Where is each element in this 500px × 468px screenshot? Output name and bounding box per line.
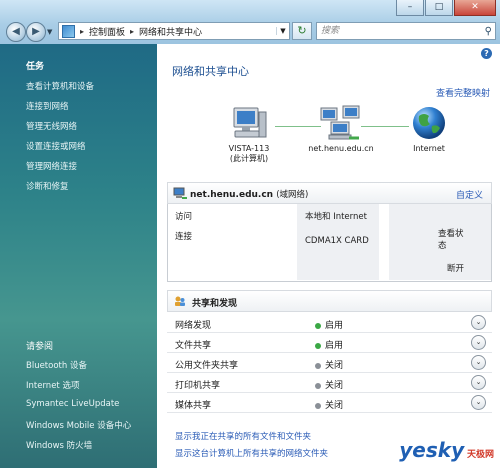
computer-node[interactable]: VISTA-113 (此计算机) [219,106,279,164]
show-shared-files-link[interactable]: 显示我正在共享的所有文件和文件夹 [175,430,311,442]
sharing-row-media: 媒体共享 关闭 ⌄ [167,393,492,413]
connection-label: 连接 [175,232,193,242]
breadcrumb-control-panel[interactable]: 控制面板 [89,25,125,38]
sidebar-item-liveupdate[interactable]: Symantec LiveUpdate [26,399,119,409]
address-dropdown-icon[interactable]: ▼ [276,27,289,35]
page-title: 网络和共享中心 [172,65,249,78]
sharing-header: 共享和发现 [167,290,492,312]
status-on-icon [315,342,321,349]
control-panel-icon [62,24,75,38]
expand-chevron-icon[interactable]: ⌄ [471,335,486,350]
show-shared-folders-link[interactable]: 显示这台计算机上所有共享的网络文件夹 [175,447,328,459]
row-label: 打印机共享 [175,381,221,391]
sharing-row-printer: 打印机共享 关闭 ⌄ [167,373,492,393]
status-text: 启用 [325,341,344,351]
row-status: 关闭 [315,358,343,371]
connection-value: CDMA1X CARD [305,236,369,246]
status-off-icon [315,362,321,369]
sidebar-item-firewall[interactable]: Windows 防火墙 [26,439,92,451]
breadcrumb-separator-icon[interactable]: ▸ [80,27,84,36]
sharing-title: 共享和发现 [192,299,238,309]
status-on-icon [315,322,321,329]
search-input[interactable]: 搜索 ⚲ [316,22,496,40]
status-text: 启用 [325,321,344,331]
network-title: net.henu.edu.cn (域网络) [190,188,308,200]
row-status: 关闭 [315,398,343,411]
expand-chevron-icon[interactable]: ⌄ [471,375,486,390]
internet-node[interactable]: Internet [404,104,454,153]
network-header: net.henu.edu.cn (域网络) 自定义 [167,182,492,204]
internet-label: Internet [413,144,445,153]
network-node[interactable]: net.henu.edu.cn [301,104,381,153]
network-small-icon [173,187,187,199]
view-full-map-link[interactable]: 查看完整映射 [436,86,490,99]
status-off-icon [315,382,321,389]
search-placeholder: 搜索 [321,26,340,36]
expand-chevron-icon[interactable]: ⌄ [471,355,486,370]
network-name: net.henu.edu.cn [308,144,374,153]
customize-link[interactable]: 自定义 [456,188,483,201]
close-button[interactable]: ✕ [454,0,496,16]
window-chrome: – □ ✕ ◀ ▶ ▼ ▸ 控制面板 ▸ 网络和共享中心 ▼ ↻ 搜索 ⚲ [0,0,500,44]
sidebar-item-view-computers[interactable]: 查看计算机和设备 [26,80,94,92]
view-status-link[interactable]: 查看状态 [438,228,468,252]
sidebar-item-internet-options[interactable]: Internet 选项 [26,379,79,391]
globe-icon [413,107,445,139]
disconnect-link[interactable]: 断开 [447,262,464,274]
sharing-icon [175,296,185,306]
address-bar[interactable]: ▸ 控制面板 ▸ 网络和共享中心 ▼ [58,22,290,40]
sidebar-item-setup-connection[interactable]: 设置连接或网络 [26,140,86,152]
minimize-button[interactable]: – [396,0,424,16]
row-label: 网络发现 [175,321,212,331]
network-icon [320,105,360,140]
row-label: 媒体共享 [175,401,212,411]
status-text: 关闭 [325,401,344,411]
sharing-row-network-discovery: 网络发现 启用 ⌄ [167,313,492,333]
sidebar: 任务 查看计算机和设备 连接到网络 管理无线网络 设置连接或网络 管理网络连接 … [0,44,157,468]
access-value: 本地和 Internet [305,212,367,222]
sidebar-item-diagnose[interactable]: 诊断和修复 [26,180,69,192]
access-label: 访问 [175,212,193,222]
sidebar-item-bluetooth[interactable]: Bluetooth 设备 [26,359,87,371]
refresh-button[interactable]: ↻ [292,22,312,40]
computer-subtitle: (此计算机) [229,154,269,163]
sidebar-item-mobile-center[interactable]: Windows Mobile 设备中心 [26,419,131,431]
breadcrumb-separator-icon[interactable]: ▸ [130,27,134,36]
sidebar-item-manage-wireless[interactable]: 管理无线网络 [26,120,77,132]
main-panel: ? 网络和共享中心 查看完整映射 VISTA-113 (此计算机) net.he… [157,44,500,468]
row-label: 文件共享 [175,341,212,351]
sharing-row-public-folder: 公用文件夹共享 关闭 ⌄ [167,353,492,373]
forward-button[interactable]: ▶ [26,22,46,42]
yesky-watermark-logo: yesky 天极网 [399,438,494,462]
watermark-brand: yesky [399,438,465,462]
row-label: 公用文件夹共享 [175,361,239,371]
computer-name: VISTA-113 [228,144,270,153]
help-icon[interactable]: ? [481,48,492,59]
search-icon[interactable]: ⚲ [485,24,492,40]
network-name-bold: net.henu.edu.cn [190,190,274,200]
expand-chevron-icon[interactable]: ⌄ [471,315,486,330]
maximize-button[interactable]: □ [425,0,453,16]
row-status: 关闭 [315,378,343,391]
tasks-heading: 任务 [26,62,45,72]
computer-icon [233,107,267,138]
network-type: (域网络) [276,190,309,200]
recent-pages-dropdown[interactable]: ▼ [47,28,52,36]
back-button[interactable]: ◀ [6,22,26,42]
row-status: 启用 [315,338,343,351]
sidebar-item-manage-connections[interactable]: 管理网络连接 [26,160,77,172]
sidebar-item-connect[interactable]: 连接到网络 [26,100,69,112]
status-text: 关闭 [325,361,344,371]
expand-chevron-icon[interactable]: ⌄ [471,395,486,410]
watermark-sub: 天极网 [466,450,494,460]
window-controls: – □ ✕ [396,0,496,16]
status-text: 关闭 [325,381,344,391]
row-status: 启用 [315,318,343,331]
breadcrumb-network-center[interactable]: 网络和共享中心 [139,25,202,38]
see-also-heading: 请参阅 [26,342,54,352]
sharing-row-file-sharing: 文件共享 启用 ⌄ [167,333,492,353]
status-off-icon [315,402,321,409]
